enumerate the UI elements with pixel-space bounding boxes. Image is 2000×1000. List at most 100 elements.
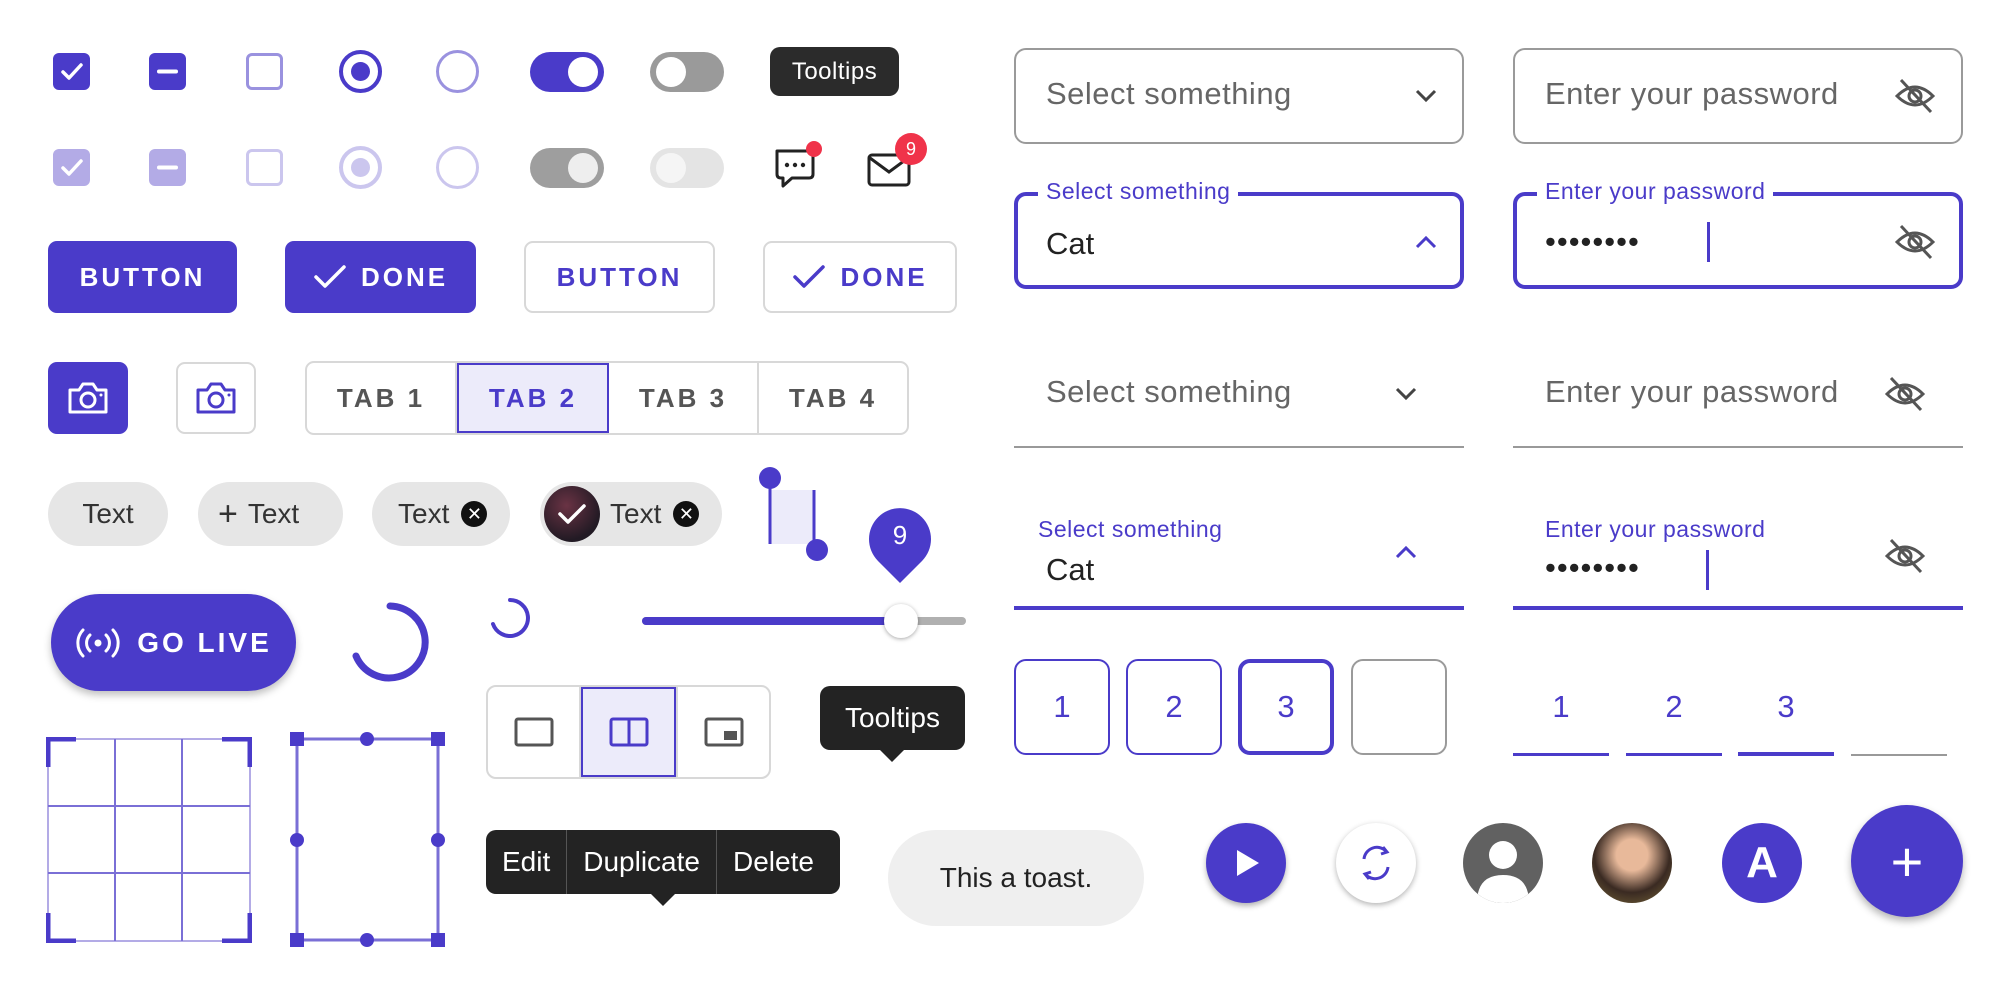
menu-item-delete[interactable]: Delete [717,830,830,894]
otp-box-3[interactable]: 3 [1238,659,1334,755]
person-icon [1477,841,1529,903]
play-icon [1237,850,1259,876]
checkbox-checked[interactable] [53,53,90,90]
select-underline [1014,606,1464,610]
otp-underlined-2[interactable]: 2 [1626,667,1722,757]
chip-close[interactable]: Text ✕ [372,482,510,546]
menu-item-edit[interactable]: Edit [486,830,568,894]
avatar-selected [544,486,600,542]
tab-1[interactable]: TAB 1 [307,363,457,433]
radio-selected-disabled [339,146,382,189]
slider-fill [642,617,902,625]
avatar-letter[interactable]: A [1722,823,1802,903]
resize-frame[interactable] [290,732,450,947]
otp-box-2[interactable]: 2 [1126,659,1222,755]
chip-avatar[interactable]: Text ✕ [540,482,722,546]
otp-underlined-1[interactable]: 1 [1513,667,1609,757]
toast: This a toast. [888,830,1144,926]
range-handle-top[interactable] [759,467,781,489]
plus-icon: + [218,494,238,533]
password-underlined-active[interactable]: Enter your password •••••••• [1513,512,1963,612]
chip-label: Text [82,498,134,529]
password-underlined[interactable]: Enter your password [1513,356,1963,448]
select-outlined-active[interactable]: Cat [1014,192,1464,289]
camera-button-filled[interactable] [48,362,128,434]
select-underline [1014,446,1464,448]
slider-thumb[interactable] [884,604,919,638]
radio-unselected[interactable] [436,50,479,93]
password-outlined-active[interactable]: •••••••• [1513,192,1963,289]
otp-underline [1738,752,1834,756]
switch-off[interactable] [650,52,724,92]
done-button-outlined[interactable]: DONE [763,241,957,313]
done-button-filled[interactable]: DONE [285,241,476,313]
checkbox-checked-disabled [53,149,90,186]
checkbox-unchecked[interactable] [246,53,283,90]
play-button[interactable] [1206,823,1286,903]
picture-in-picture-icon [704,717,743,747]
otp-digit: 3 [1777,689,1795,724]
check-icon [61,63,83,80]
tab-3[interactable]: TAB 3 [609,363,759,433]
eye-off-icon[interactable] [1893,222,1937,262]
check-icon [793,265,826,288]
avatar-placeholder[interactable] [1463,823,1543,903]
select-underlined-active[interactable]: Select something Cat [1014,512,1464,612]
sync-button[interactable] [1336,823,1416,903]
go-live-fab[interactable]: GO LIVE [51,594,296,691]
chip-plain[interactable]: Text [48,482,168,546]
password-outlined[interactable]: Enter your password [1513,48,1963,144]
add-fab[interactable]: + [1851,805,1963,917]
select-floating-label: Select something [1038,516,1223,543]
view-single-button[interactable] [488,687,581,777]
otp-box-1[interactable]: 1 [1014,659,1110,755]
crop-grid[interactable] [45,736,253,944]
camera-button-outlined[interactable] [176,362,256,434]
text-cursor [1707,222,1710,262]
tab-4[interactable]: TAB 4 [759,363,907,433]
radio-selected[interactable] [339,50,382,93]
button-filled[interactable]: BUTTON [48,241,237,313]
view-split-button[interactable] [581,687,676,777]
button-label: BUTTON [79,261,206,292]
password-underline [1513,446,1963,448]
range-handle-bottom[interactable] [806,539,828,561]
camera-icon [196,382,236,414]
switch-on-disabled [530,148,604,188]
loading-spinner-large [350,602,430,682]
close-icon[interactable]: ✕ [673,501,700,527]
otp-digit: 1 [1552,689,1570,724]
checkbox-indeterminate[interactable] [149,53,186,90]
chip-label: Text [247,498,300,529]
otp-underlined-4[interactable] [1851,667,1947,757]
minus-icon [157,69,178,74]
menu-item-duplicate[interactable]: Duplicate [567,830,717,894]
select-outlined[interactable]: Select something [1014,48,1464,144]
notification-dot [806,141,822,157]
otp-underlined-3[interactable]: 3 [1738,667,1834,757]
button-label: DONE [840,261,928,292]
broadcast-icon [76,628,120,657]
check-icon [61,159,83,176]
button-outlined[interactable]: BUTTON [524,241,715,313]
select-underlined[interactable]: Select something [1014,356,1464,448]
password-underline [1513,606,1963,610]
checkbox-unchecked-disabled [246,149,283,186]
password-floating-label: Enter your password [1545,516,1766,543]
switch-on[interactable] [530,52,604,92]
avatar-photo[interactable] [1592,823,1672,903]
loading-spinner-small [490,598,530,638]
view-pip-button[interactable] [676,687,769,777]
select-floating-label: Select something [1038,178,1239,205]
text-cursor [1706,550,1709,590]
eye-off-icon[interactable] [1883,374,1927,414]
eye-off-icon[interactable] [1883,536,1927,576]
close-icon[interactable]: ✕ [461,501,488,527]
eye-off-icon[interactable] [1893,76,1937,116]
password-value: •••••••• [1545,550,1640,585]
chip-add[interactable]: + Text [198,482,343,546]
otp-underline [1513,753,1609,756]
otp-box-4[interactable] [1351,659,1447,755]
mail-badge: 9 [895,133,927,165]
tab-2[interactable]: TAB 2 [457,363,609,433]
